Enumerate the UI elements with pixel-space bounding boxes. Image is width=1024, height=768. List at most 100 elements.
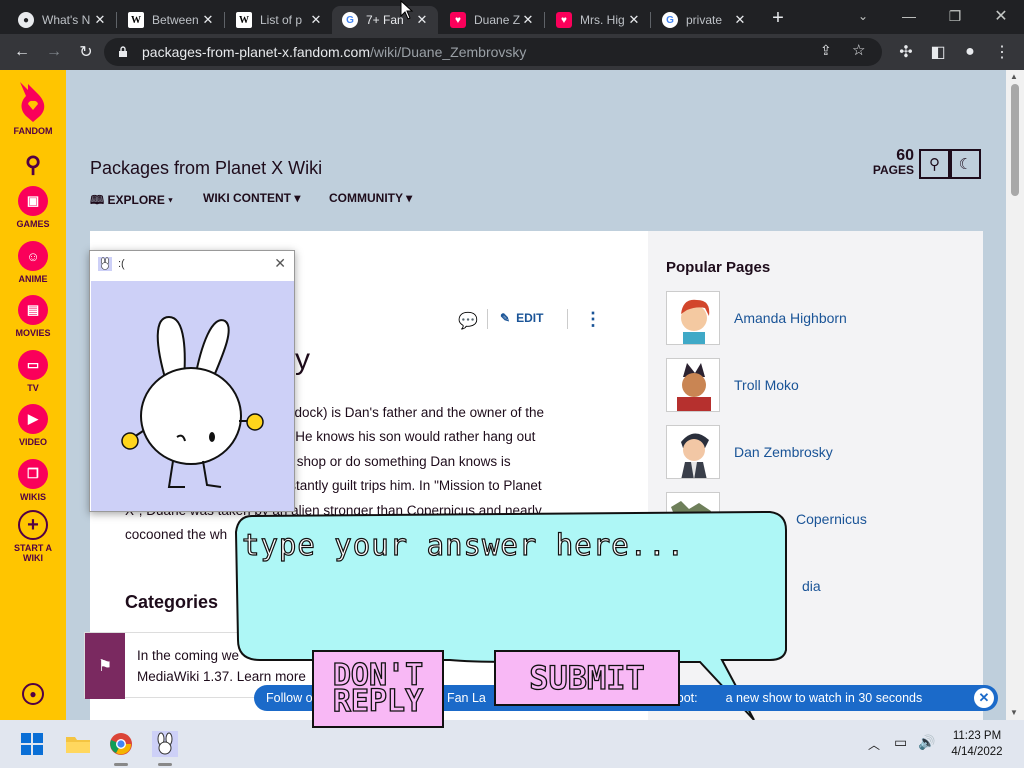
wiki-title[interactable]: Packages from Planet X Wiki <box>90 158 322 179</box>
chrome-icon[interactable] <box>105 728 137 760</box>
profile-icon[interactable]: ● <box>956 34 984 70</box>
nav-label: EXPLORE <box>107 193 165 207</box>
browser-tab-active[interactable]: G 7+ Fan ✕ <box>332 6 438 34</box>
rail-item-tv[interactable]: ▭ TV <box>0 350 66 393</box>
popular-pages-heading: Popular Pages <box>666 259 771 276</box>
back-icon[interactable]: ← <box>8 34 36 70</box>
minimize-icon[interactable]: — <box>886 0 932 32</box>
fandom-search[interactable]: ⚲ <box>0 152 66 178</box>
chevron-up-icon[interactable]: ︿ <box>868 736 880 753</box>
start-a-wiki[interactable]: + START A WIKI <box>0 510 66 563</box>
fandom-favicon-icon: ♥ <box>556 12 572 28</box>
popup-window: :( ✕ <box>89 250 295 512</box>
article-text-line: n Murdock) is Dan's father and the owner… <box>260 405 544 420</box>
rail-item-label: TV <box>27 383 39 393</box>
dont-reply-button[interactable]: DON'T REPLY <box>312 650 444 728</box>
close-tab-icon[interactable]: ✕ <box>520 12 536 28</box>
wikipedia-favicon-icon: W <box>236 12 252 28</box>
browser-tab-strip: ● What's N ✕ W Between ✕ W List of p ✕ G… <box>0 0 1024 34</box>
scroll-down-icon[interactable]: ▼ <box>1010 708 1018 717</box>
mouse-cursor-icon <box>400 0 414 20</box>
google-favicon-icon: G <box>342 12 358 28</box>
browser-tab[interactable]: ♥ Duane Z ✕ <box>440 6 544 34</box>
article-text-line: t constantly guilt trips him. In "Missio… <box>260 478 542 493</box>
bunny-app-icon <box>98 257 112 271</box>
browser-tab[interactable]: ● What's N ✕ <box>8 6 116 34</box>
tab-title: private <box>686 13 723 27</box>
system-clock[interactable]: 11:23 PM 4/14/2022 <box>940 728 1014 760</box>
bunny-app-icon[interactable] <box>149 728 181 760</box>
search-icon: ⚲ <box>929 156 940 173</box>
close-icon[interactable]: ✕ <box>274 255 286 272</box>
volume-icon[interactable]: 🔊 <box>918 734 935 751</box>
network-icon[interactable]: ▭ <box>894 734 907 751</box>
user-account[interactable]: ● <box>0 683 66 705</box>
close-window-icon[interactable]: ✕ <box>978 0 1024 32</box>
rail-item-wikis[interactable]: ❐ WIKIS <box>0 459 66 502</box>
wikis-icon: ❐ <box>18 459 48 489</box>
popular-page-item[interactable]: Dan Zembrosky <box>666 425 833 479</box>
url-host: packages-from-planet-x.fandom.com <box>142 44 370 60</box>
fandom-logo[interactable]: FANDOM <box>0 80 66 136</box>
nav-explore[interactable]: 🕮 EXPLORE ▾ <box>90 191 173 212</box>
popup-titlebar: :( <box>98 257 125 271</box>
popular-page-label: dia <box>802 578 821 594</box>
menu-icon[interactable]: ⋮ <box>988 34 1016 70</box>
tv-icon: ▭ <box>18 350 48 380</box>
popular-page-label: Copernicus <box>796 511 867 527</box>
pages-counter: 60 PAGES <box>868 148 914 178</box>
popup-title: :( <box>118 258 125 270</box>
new-tab-button[interactable]: + <box>768 6 788 30</box>
extensions-icon[interactable]: ✣ <box>892 34 920 70</box>
close-tab-icon[interactable]: ✕ <box>414 12 430 28</box>
talk-icon[interactable]: 💬 <box>458 311 478 331</box>
rail-item-video[interactable]: ▶ VIDEO <box>0 404 66 447</box>
submit-button[interactable]: SUBMIT <box>494 650 680 706</box>
rail-item-anime[interactable]: ☺ ANIME <box>0 241 66 284</box>
windows-start-icon[interactable] <box>16 728 48 760</box>
browser-tab[interactable]: ♥ Mrs. Hig ✕ <box>546 6 650 34</box>
url-path: /wiki/Duane_Zembrovsky <box>370 44 527 60</box>
restore-icon[interactable]: ❐ <box>932 0 978 32</box>
browser-tab[interactable]: G private ✕ <box>652 6 756 34</box>
rail-item-label: ANIME <box>18 274 48 284</box>
close-tab-icon[interactable]: ✕ <box>92 12 108 28</box>
moon-icon: ☾ <box>958 156 973 173</box>
rail-item-games[interactable]: ▣ GAMES <box>0 186 66 229</box>
page-scrollbar[interactable]: ▲ ▼ <box>1006 70 1024 720</box>
reload-icon[interactable]: ↻ <box>72 34 100 70</box>
answer-input[interactable] <box>242 522 778 568</box>
close-tab-icon[interactable]: ✕ <box>308 12 324 28</box>
notice-learn-more-link[interactable]: MediaWiki 1.37. Learn more <box>137 666 337 687</box>
wiki-search-button[interactable]: ⚲ <box>919 149 950 179</box>
side-panel-icon[interactable]: ◧ <box>924 34 952 70</box>
popular-page-item[interactable]: Amanda Highborn <box>666 291 847 345</box>
rail-item-label: VIDEO <box>18 437 47 447</box>
tab-title: What's N <box>42 13 91 27</box>
forward-icon[interactable]: → <box>40 34 68 70</box>
close-tab-icon[interactable]: ✕ <box>626 12 642 28</box>
address-bar[interactable]: packages-from-planet-x.fandom.com/wiki/D… <box>104 38 882 66</box>
bookmark-star-icon[interactable]: ☆ <box>852 41 865 59</box>
popular-page-item[interactable]: Troll Moko <box>666 358 799 412</box>
close-icon[interactable]: ✕ <box>974 688 994 708</box>
browser-tab[interactable]: W List of p ✕ <box>226 6 332 34</box>
edit-button[interactable]: ✎ EDIT <box>500 311 543 325</box>
character-thumbnail <box>666 425 720 479</box>
theme-toggle-button[interactable]: ☾ <box>950 149 981 179</box>
share-icon[interactable]: ⇪ <box>820 42 832 59</box>
tab-search-icon[interactable]: ⌄ <box>840 0 886 32</box>
nav-community[interactable]: COMMUNITY ▾ <box>329 191 412 205</box>
popular-page-label: Troll Moko <box>734 377 799 393</box>
close-tab-icon[interactable]: ✕ <box>732 12 748 28</box>
rail-item-label: WIKIS <box>20 492 46 502</box>
more-options-icon[interactable]: ⋮ <box>584 309 602 330</box>
scroll-up-icon[interactable]: ▲ <box>1010 72 1018 81</box>
scroll-thumb[interactable] <box>1011 84 1019 196</box>
browser-tab[interactable]: W Between ✕ <box>118 6 224 34</box>
wikipedia-favicon-icon: W <box>128 12 144 28</box>
close-tab-icon[interactable]: ✕ <box>200 12 216 28</box>
file-explorer-icon[interactable] <box>62 728 94 760</box>
nav-wiki-content[interactable]: WIKI CONTENT ▾ <box>203 191 300 205</box>
rail-item-movies[interactable]: ▤ MOVIES <box>0 295 66 338</box>
